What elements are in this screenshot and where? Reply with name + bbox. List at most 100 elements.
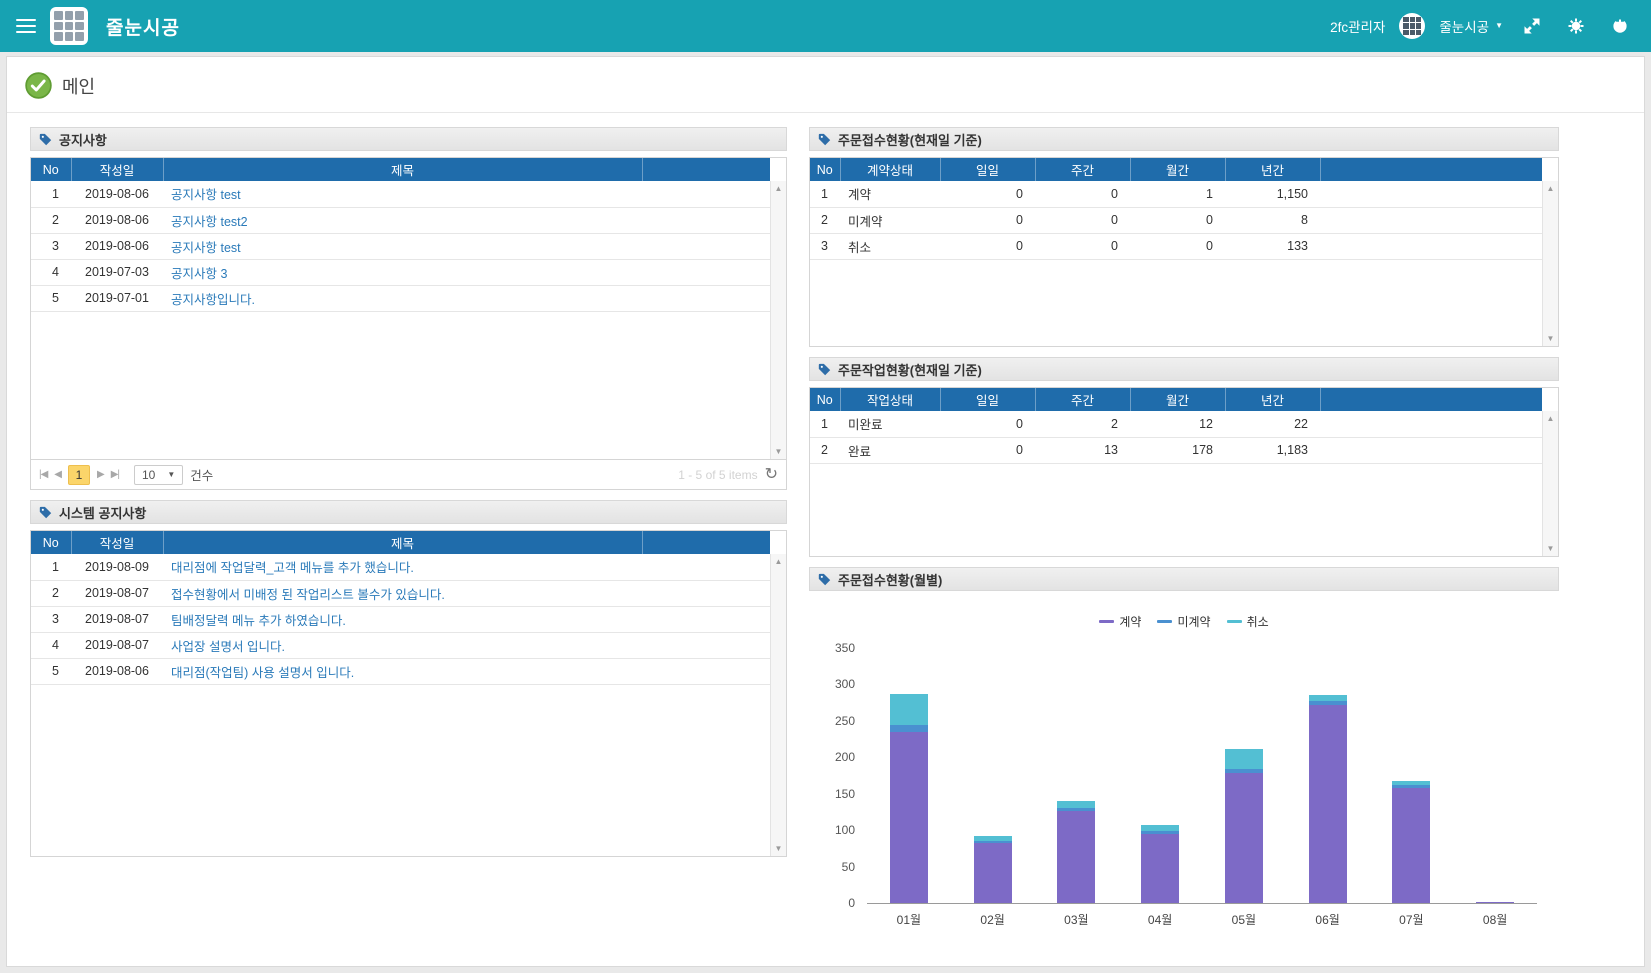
top-bar: 줄눈시공 2fc관리자 줄눈시공 ▼ <box>0 0 1651 52</box>
user-name[interactable]: 2fc관리자 <box>1330 16 1385 36</box>
column-header[interactable]: 작성일 <box>71 158 163 181</box>
first-page-button[interactable]: |◀ <box>39 469 47 480</box>
bar-segment-계약[interactable] <box>890 732 928 903</box>
x-tick-label: 03월 <box>1035 911 1119 928</box>
column-header[interactable]: No <box>31 158 71 181</box>
order-work-panel-header: 주문작업현황(현재일 기준) <box>809 357 1559 381</box>
last-page-button[interactable]: ▶| <box>111 469 119 480</box>
prev-page-button[interactable]: ◀ <box>54 469 61 480</box>
legend-label: 취소 <box>1247 613 1269 630</box>
column-header[interactable]: 월간 <box>1130 158 1225 181</box>
stacked-bar <box>1392 781 1430 903</box>
column-header[interactable]: 작성일 <box>71 531 163 554</box>
column-header[interactable]: No <box>31 531 71 554</box>
tag-icon <box>818 573 831 586</box>
x-tick-label: 06월 <box>1286 911 1370 928</box>
column-header[interactable]: 제목 <box>163 158 642 181</box>
notice-link[interactable]: 대리점(작업팀) 사용 설명서 입니다. <box>171 666 354 680</box>
vertical-scrollbar[interactable]: ▲▼ <box>1542 181 1558 346</box>
notice-link[interactable]: 대리점에 작업달력_고객 메뉴를 추가 했습니다. <box>171 561 414 575</box>
vertical-scrollbar[interactable]: ▲▼ <box>770 181 786 459</box>
admin-settings-icon[interactable] <box>1561 11 1591 41</box>
column-header[interactable]: 일일 <box>940 388 1035 411</box>
notices-panel-header: 공지사항 <box>30 127 787 151</box>
scroll-down-icon[interactable]: ▼ <box>775 844 783 853</box>
table-row: 12019-08-09대리점에 작업달력_고객 메뉴를 추가 했습니다. <box>31 554 770 580</box>
notice-link[interactable]: 팀배정달력 메뉴 추가 하였습니다. <box>171 614 346 628</box>
bar-segment-계약[interactable] <box>1476 902 1514 903</box>
page-size-select[interactable]: 10 ▼ <box>134 465 183 485</box>
notice-link[interactable]: 공지사항 test <box>171 188 241 202</box>
scroll-up-icon[interactable]: ▲ <box>1547 414 1555 423</box>
chart-x-labels: 01월02월03월04월05월06월07월08월 <box>867 911 1537 928</box>
bar-segment-계약[interactable] <box>1309 705 1347 903</box>
column-header[interactable]: 주간 <box>1035 158 1130 181</box>
column-header[interactable]: 주간 <box>1035 388 1130 411</box>
table-row: 52019-07-01공지사항입니다. <box>31 285 770 311</box>
bar-segment-계약[interactable] <box>1141 834 1179 903</box>
scroll-up-icon[interactable]: ▲ <box>775 557 783 566</box>
system-notices-panel: 시스템 공지사항 No 작성일 제목 12019-08-09대리점에 작업달력_… <box>30 500 787 857</box>
column-header[interactable]: 계약상태 <box>840 158 940 181</box>
bar-group <box>1286 695 1370 903</box>
y-tick-label: 250 <box>815 715 855 727</box>
notice-link[interactable]: 공지사항 3 <box>171 267 227 281</box>
refresh-icon[interactable]: ↻ <box>765 467 778 483</box>
current-page-button[interactable]: 1 <box>68 465 90 485</box>
bar-segment-계약[interactable] <box>974 843 1012 903</box>
user-avatar <box>1399 13 1425 39</box>
y-tick-label: 0 <box>815 897 855 909</box>
legend-item[interactable]: 미계약 <box>1157 613 1210 630</box>
column-header[interactable]: 년간 <box>1225 158 1320 181</box>
order-receipt-table: No 계약상태 일일 주간 월간 년간 1계약0011,150 2미계약0008… <box>809 157 1559 347</box>
vertical-scrollbar[interactable]: ▲▼ <box>770 554 786 856</box>
scroll-down-icon[interactable]: ▼ <box>1547 544 1555 553</box>
scroll-up-icon[interactable]: ▲ <box>775 184 783 193</box>
notices-pager: |◀ ◀ 1 ▶ ▶| 10 ▼ 건수 1 - 5 of 5 items ↻ <box>30 460 787 490</box>
scroll-up-icon[interactable]: ▲ <box>1547 184 1555 193</box>
panel-title: 주문작업현황(현재일 기준) <box>838 360 982 379</box>
order-monthly-chart: 계약미계약취소 050100150200250300350 01월02월03월0… <box>809 597 1559 932</box>
bar-segment-계약[interactable] <box>1057 811 1095 903</box>
x-tick-label: 04월 <box>1118 911 1202 928</box>
order-work-table: No 작업상태 일일 주간 월간 년간 1미완료021222 2완료013178… <box>809 387 1559 557</box>
column-header[interactable]: 월간 <box>1130 388 1225 411</box>
order-work-panel: 주문작업현황(현재일 기준) No 작업상태 일일 주간 월간 년간 <box>809 357 1559 557</box>
column-header[interactable]: No <box>810 158 840 181</box>
legend-swatch <box>1227 620 1242 623</box>
bar-segment-취소[interactable] <box>1225 749 1263 769</box>
stacked-bar <box>1225 749 1263 903</box>
order-receipt-panel: 주문접수현황(현재일 기준) No 계약상태 일일 주간 월간 년간 <box>809 127 1559 347</box>
bar-segment-취소[interactable] <box>1057 801 1095 808</box>
bar-segment-미계약[interactable] <box>890 725 928 732</box>
notice-link[interactable]: 공지사항입니다. <box>171 293 255 307</box>
notice-link[interactable]: 공지사항 test2 <box>171 215 248 229</box>
notice-link[interactable]: 공지사항 test <box>171 241 241 255</box>
menu-toggle-icon[interactable] <box>16 19 36 33</box>
app-logo <box>50 7 88 45</box>
table-header-row: No 계약상태 일일 주간 월간 년간 <box>810 158 1542 181</box>
org-selector[interactable]: 줄눈시공 ▼ <box>1439 16 1503 36</box>
fullscreen-icon[interactable] <box>1517 11 1547 41</box>
table-row: 42019-07-03공지사항 3 <box>31 259 770 285</box>
legend-item[interactable]: 취소 <box>1227 613 1269 630</box>
column-header[interactable]: 일일 <box>940 158 1035 181</box>
column-header[interactable]: 제목 <box>163 531 642 554</box>
column-header[interactable]: 년간 <box>1225 388 1320 411</box>
scroll-down-icon[interactable]: ▼ <box>1547 334 1555 343</box>
column-header[interactable]: No <box>810 388 840 411</box>
next-page-button[interactable]: ▶ <box>97 469 104 480</box>
column-header[interactable]: 작업상태 <box>840 388 940 411</box>
legend-item[interactable]: 계약 <box>1099 613 1141 630</box>
bar-segment-계약[interactable] <box>1392 788 1430 903</box>
power-icon[interactable] <box>1605 11 1635 41</box>
table-row: 32019-08-06공지사항 test <box>31 233 770 259</box>
column-header <box>1320 388 1542 411</box>
notices-panel: 공지사항 No 작성일 제목 12019-08-06공지사항 test <box>30 127 787 490</box>
bar-segment-취소[interactable] <box>890 694 928 725</box>
bar-segment-계약[interactable] <box>1225 773 1263 903</box>
scroll-down-icon[interactable]: ▼ <box>775 447 783 456</box>
notice-link[interactable]: 접수현황에서 미배정 된 작업리스트 볼수가 있습니다. <box>171 588 445 602</box>
notice-link[interactable]: 사업장 설명서 입니다. <box>171 640 285 654</box>
vertical-scrollbar[interactable]: ▲▼ <box>1542 411 1558 556</box>
